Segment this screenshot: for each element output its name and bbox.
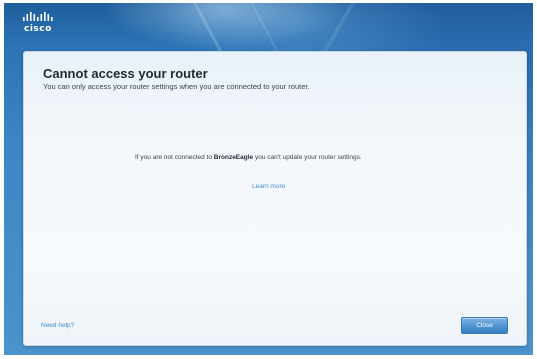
cisco-logo-text: cisco [24, 24, 52, 34]
cisco-bars-icon [23, 12, 53, 21]
dialog-title: Cannot access your router [43, 66, 208, 81]
connection-message: If you are not connected to BronzeEagle … [135, 153, 425, 162]
need-help-link[interactable]: Need help? [41, 322, 74, 329]
message-text-start: If you are not connected to [135, 154, 214, 161]
close-button[interactable]: Close [461, 317, 508, 334]
dialog-subtitle: You can only access your router settings… [43, 82, 310, 91]
router-app-window: cisco Cannot access your router You can … [0, 0, 537, 359]
network-name: BronzeEagle [213, 154, 254, 161]
cisco-logo-icon: cisco [22, 11, 62, 35]
message-text-end: you can't update your router settings. [253, 154, 362, 161]
cannot-access-dialog: Cannot access your router You can only a… [23, 51, 527, 346]
background: cisco Cannot access your router You can … [4, 3, 533, 355]
learn-more-link[interactable]: Learn more [252, 183, 285, 190]
